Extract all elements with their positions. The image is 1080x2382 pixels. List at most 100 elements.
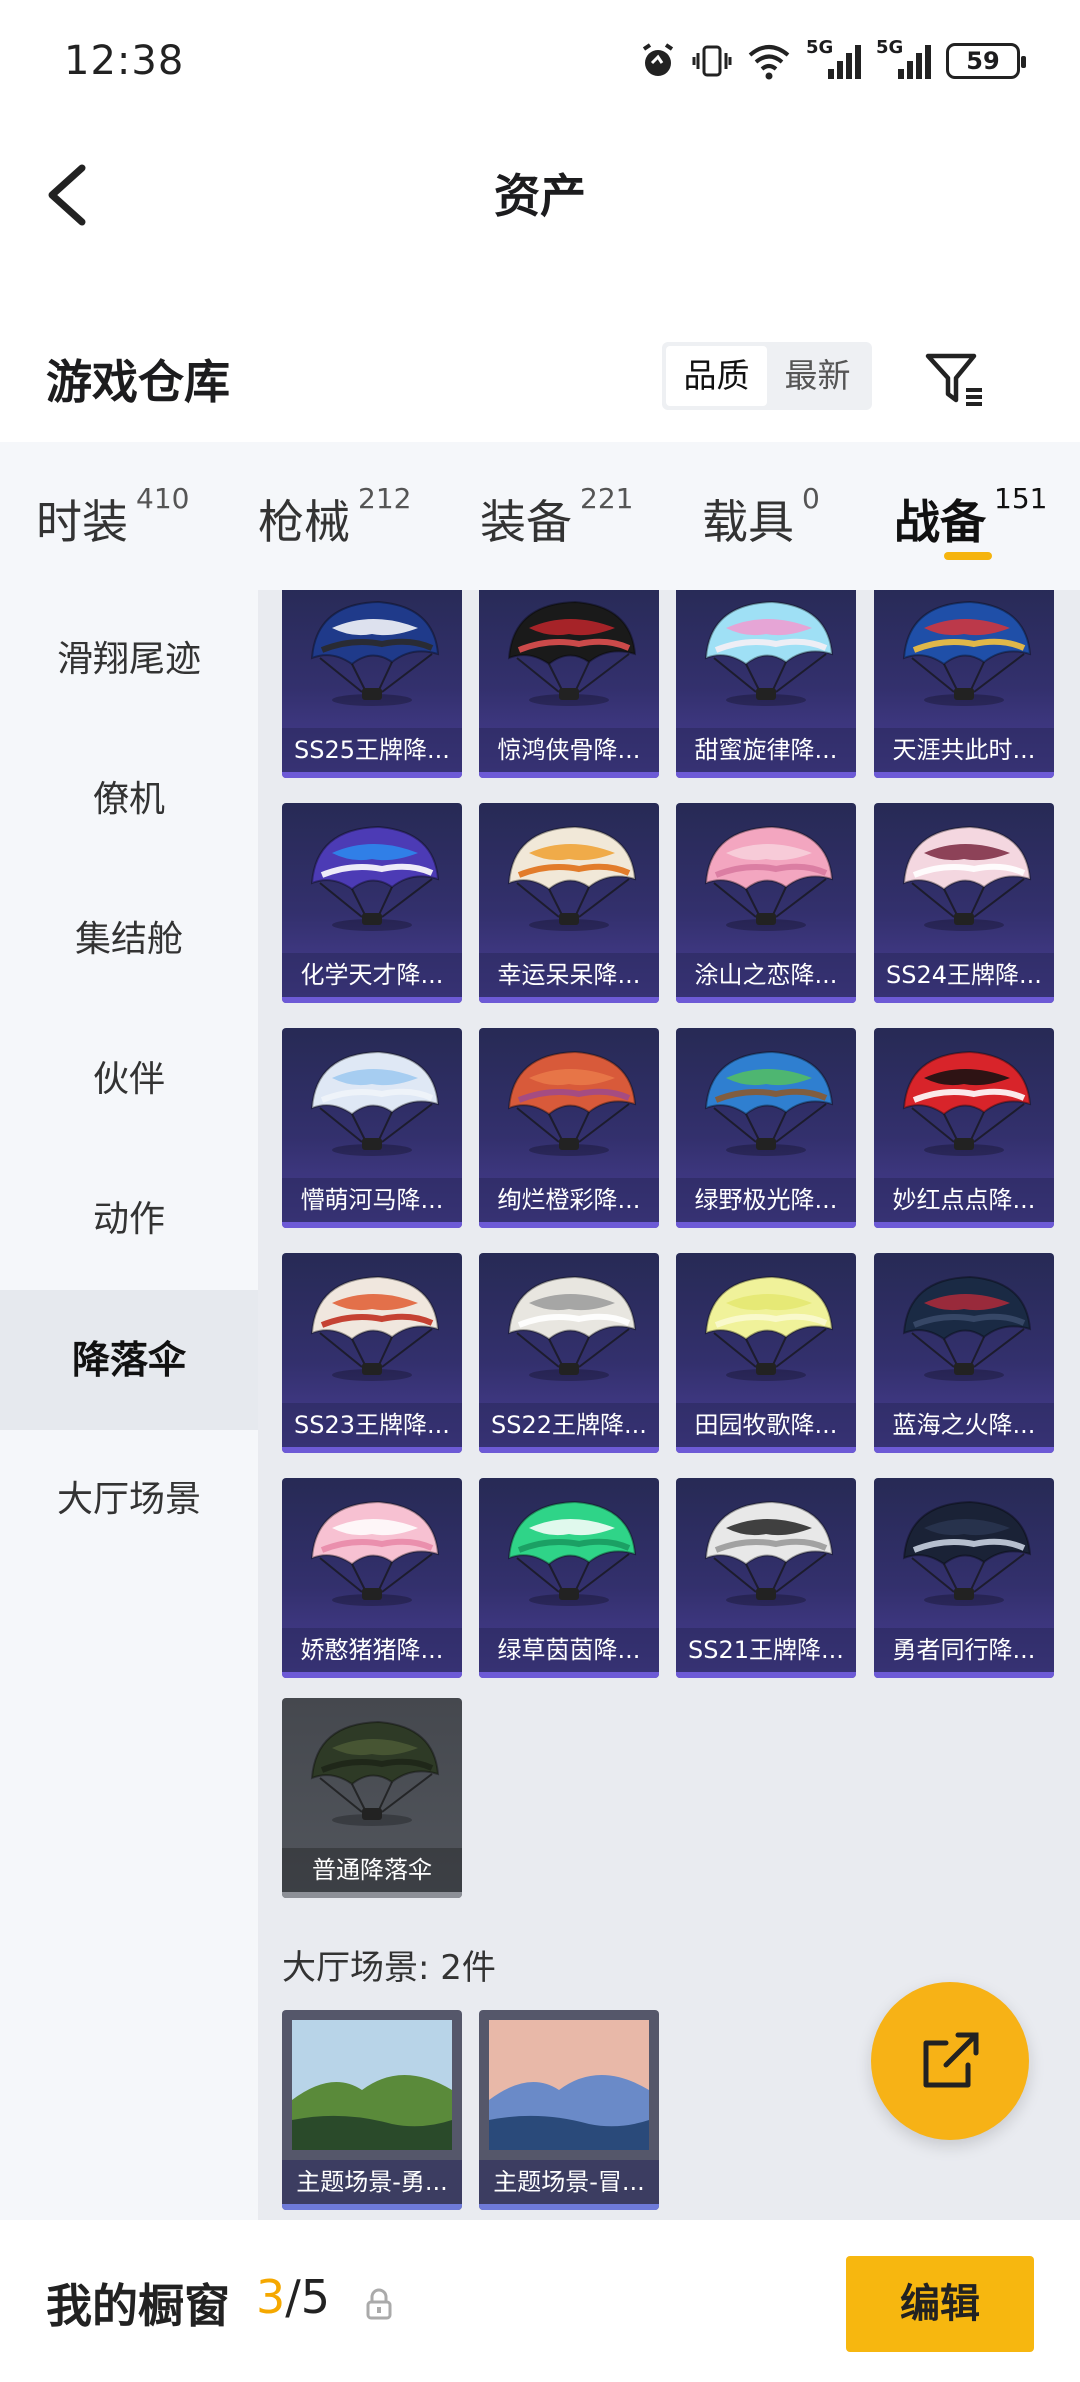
rarity-stripe (282, 997, 462, 1003)
tab-fashion[interactable]: 时装 410 (36, 482, 189, 552)
parachute-image (704, 600, 834, 706)
parachute-image (704, 1500, 834, 1606)
item-label: 妙红点点降... (874, 1178, 1054, 1222)
item-label: 涂山之恋降... (676, 953, 856, 997)
parachute-image (704, 1050, 834, 1156)
tab-label: 载具 (702, 495, 794, 549)
rarity-stripe (282, 772, 462, 778)
active-tab-indicator (944, 552, 992, 560)
tab-count: 410 (136, 482, 190, 515)
tab-label: 时装 (36, 495, 128, 549)
parachute-item[interactable]: 田园牧歌降... (676, 1253, 856, 1453)
tab-vehicles[interactable]: 载具 0 (702, 482, 820, 552)
item-label: 田园牧歌降... (676, 1403, 856, 1447)
parachute-item[interactable]: 天涯共此时... (874, 590, 1054, 778)
status-time: 12:38 (64, 38, 185, 84)
parachute-image (902, 600, 1032, 706)
rarity-stripe (479, 1222, 659, 1228)
item-label: 娇憨猪猪降... (282, 1628, 462, 1672)
sort-toggle: 品质 最新 (662, 342, 872, 410)
sort-newest-button[interactable]: 最新 (767, 346, 868, 406)
parachute-item[interactable]: 勇者同行降... (874, 1478, 1054, 1678)
rarity-stripe (479, 772, 659, 778)
signal-5g-icon-2: 5G (876, 37, 932, 81)
parachute-item[interactable]: 化学天才降... (282, 803, 462, 1003)
tab-combat-gear[interactable]: 战备 151 (894, 482, 1047, 552)
parachute-item[interactable]: 普通降落伞 (282, 1698, 462, 1898)
rarity-stripe (479, 1672, 659, 1678)
rarity-stripe (874, 1447, 1054, 1453)
parachute-item[interactable]: SS25王牌降... (282, 590, 462, 778)
parachute-item[interactable]: 绿草茵茵降... (479, 1478, 659, 1678)
sidebar-item-lobby-scene[interactable]: 大厅场景 (0, 1430, 258, 1570)
sidebar-item-wingman[interactable]: 僚机 (0, 730, 258, 870)
filter-icon[interactable] (922, 346, 988, 412)
item-grid: SS25王牌降... 惊鸿侠骨降... 甜蜜旋律降... 天涯共此时... 化学天才降.… (258, 590, 1080, 2220)
item-label: 主题场景-勇... (282, 2160, 462, 2204)
battery-icon: 59 (946, 43, 1026, 79)
share-button[interactable] (871, 1982, 1029, 2140)
sidebar-item-glide-trail[interactable]: 滑翔尾迹 (0, 590, 258, 730)
parachute-item[interactable]: 娇憨猪猪降... (282, 1478, 462, 1678)
rarity-stripe (676, 1447, 856, 1453)
warehouse-bar: 游戏仓库 品质 最新 (0, 270, 1080, 442)
tab-label: 枪械 (258, 495, 350, 549)
parachute-image (507, 600, 637, 706)
rarity-stripe (282, 1672, 462, 1678)
parachute-item[interactable]: 涂山之恋降... (676, 803, 856, 1003)
parachute-image (902, 1050, 1032, 1156)
tab-guns[interactable]: 枪械 212 (258, 482, 411, 552)
vibrate-icon (692, 45, 732, 77)
parachute-item[interactable]: SS22王牌降... (479, 1253, 659, 1453)
sort-quality-button[interactable]: 品质 (666, 346, 767, 406)
parachute-item[interactable]: 懵萌河马降... (282, 1028, 462, 1228)
item-label: 蓝海之火降... (874, 1403, 1054, 1447)
item-label: 主题场景-冒... (479, 2160, 659, 2204)
parachute-item[interactable]: SS23王牌降... (282, 1253, 462, 1453)
rarity-stripe (282, 1447, 462, 1453)
parachute-item[interactable]: 绚烂橙彩降... (479, 1028, 659, 1228)
parachute-item[interactable]: SS21王牌降... (676, 1478, 856, 1678)
parachute-item[interactable]: 甜蜜旋律降... (676, 590, 856, 778)
sidebar-item-parachute[interactable]: 降落伞 (0, 1290, 258, 1430)
parachute-item[interactable]: 妙红点点降... (874, 1028, 1054, 1228)
rarity-stripe (479, 997, 659, 1003)
parachute-image (507, 1500, 637, 1606)
sidebar-item-emote[interactable]: 动作 (0, 1150, 258, 1290)
sidebar-item-companion[interactable]: 伙伴 (0, 1010, 258, 1150)
lobby-scene-item[interactable]: 主题场景-勇... (282, 2010, 462, 2210)
parachute-image (704, 825, 834, 931)
category-tabs: 时装 410 枪械 212 装备 221 载具 0 战备 151 (0, 442, 1080, 590)
parachute-item[interactable]: 惊鸿侠骨降... (479, 590, 659, 778)
rarity-stripe (676, 1672, 856, 1678)
signal-5g-icon-1: 5G (806, 37, 862, 81)
page-title: 资产 (494, 169, 586, 223)
parachute-image (310, 1500, 440, 1606)
scene-image (292, 2020, 452, 2150)
rarity-stripe (874, 772, 1054, 778)
item-label: 绚烂橙彩降... (479, 1178, 659, 1222)
parachute-image (704, 1275, 834, 1381)
parachute-item[interactable]: 蓝海之火降... (874, 1253, 1054, 1453)
parachute-image (310, 1720, 440, 1826)
parachute-item[interactable]: 幸运呆呆降... (479, 803, 659, 1003)
item-label: 普通降落伞 (282, 1848, 462, 1892)
rarity-stripe (282, 1222, 462, 1228)
external-link-icon (923, 2032, 979, 2088)
item-label: 甜蜜旋律降... (676, 728, 856, 772)
rarity-stripe (479, 2204, 659, 2210)
item-label: 绿草茵茵降... (479, 1628, 659, 1672)
tab-equipment[interactable]: 装备 221 (480, 482, 633, 552)
parachute-item[interactable]: 绿野极光降... (676, 1028, 856, 1228)
edit-button[interactable]: 编辑 (846, 2256, 1034, 2352)
tab-label: 装备 (480, 495, 572, 549)
lobby-scene-item[interactable]: 主题场景-冒... (479, 2010, 659, 2210)
item-label: 天涯共此时... (874, 728, 1054, 772)
sidebar-item-capsule[interactable]: 集结舱 (0, 870, 258, 1010)
parachute-item[interactable]: SS24王牌降... (874, 803, 1054, 1003)
rarity-stripe (874, 997, 1054, 1003)
tab-count: 151 (994, 482, 1048, 515)
wifi-icon (748, 45, 790, 80)
rarity-stripe (282, 1892, 462, 1898)
lobby-section-title: 大厅场景: 2件 (282, 1948, 496, 1988)
